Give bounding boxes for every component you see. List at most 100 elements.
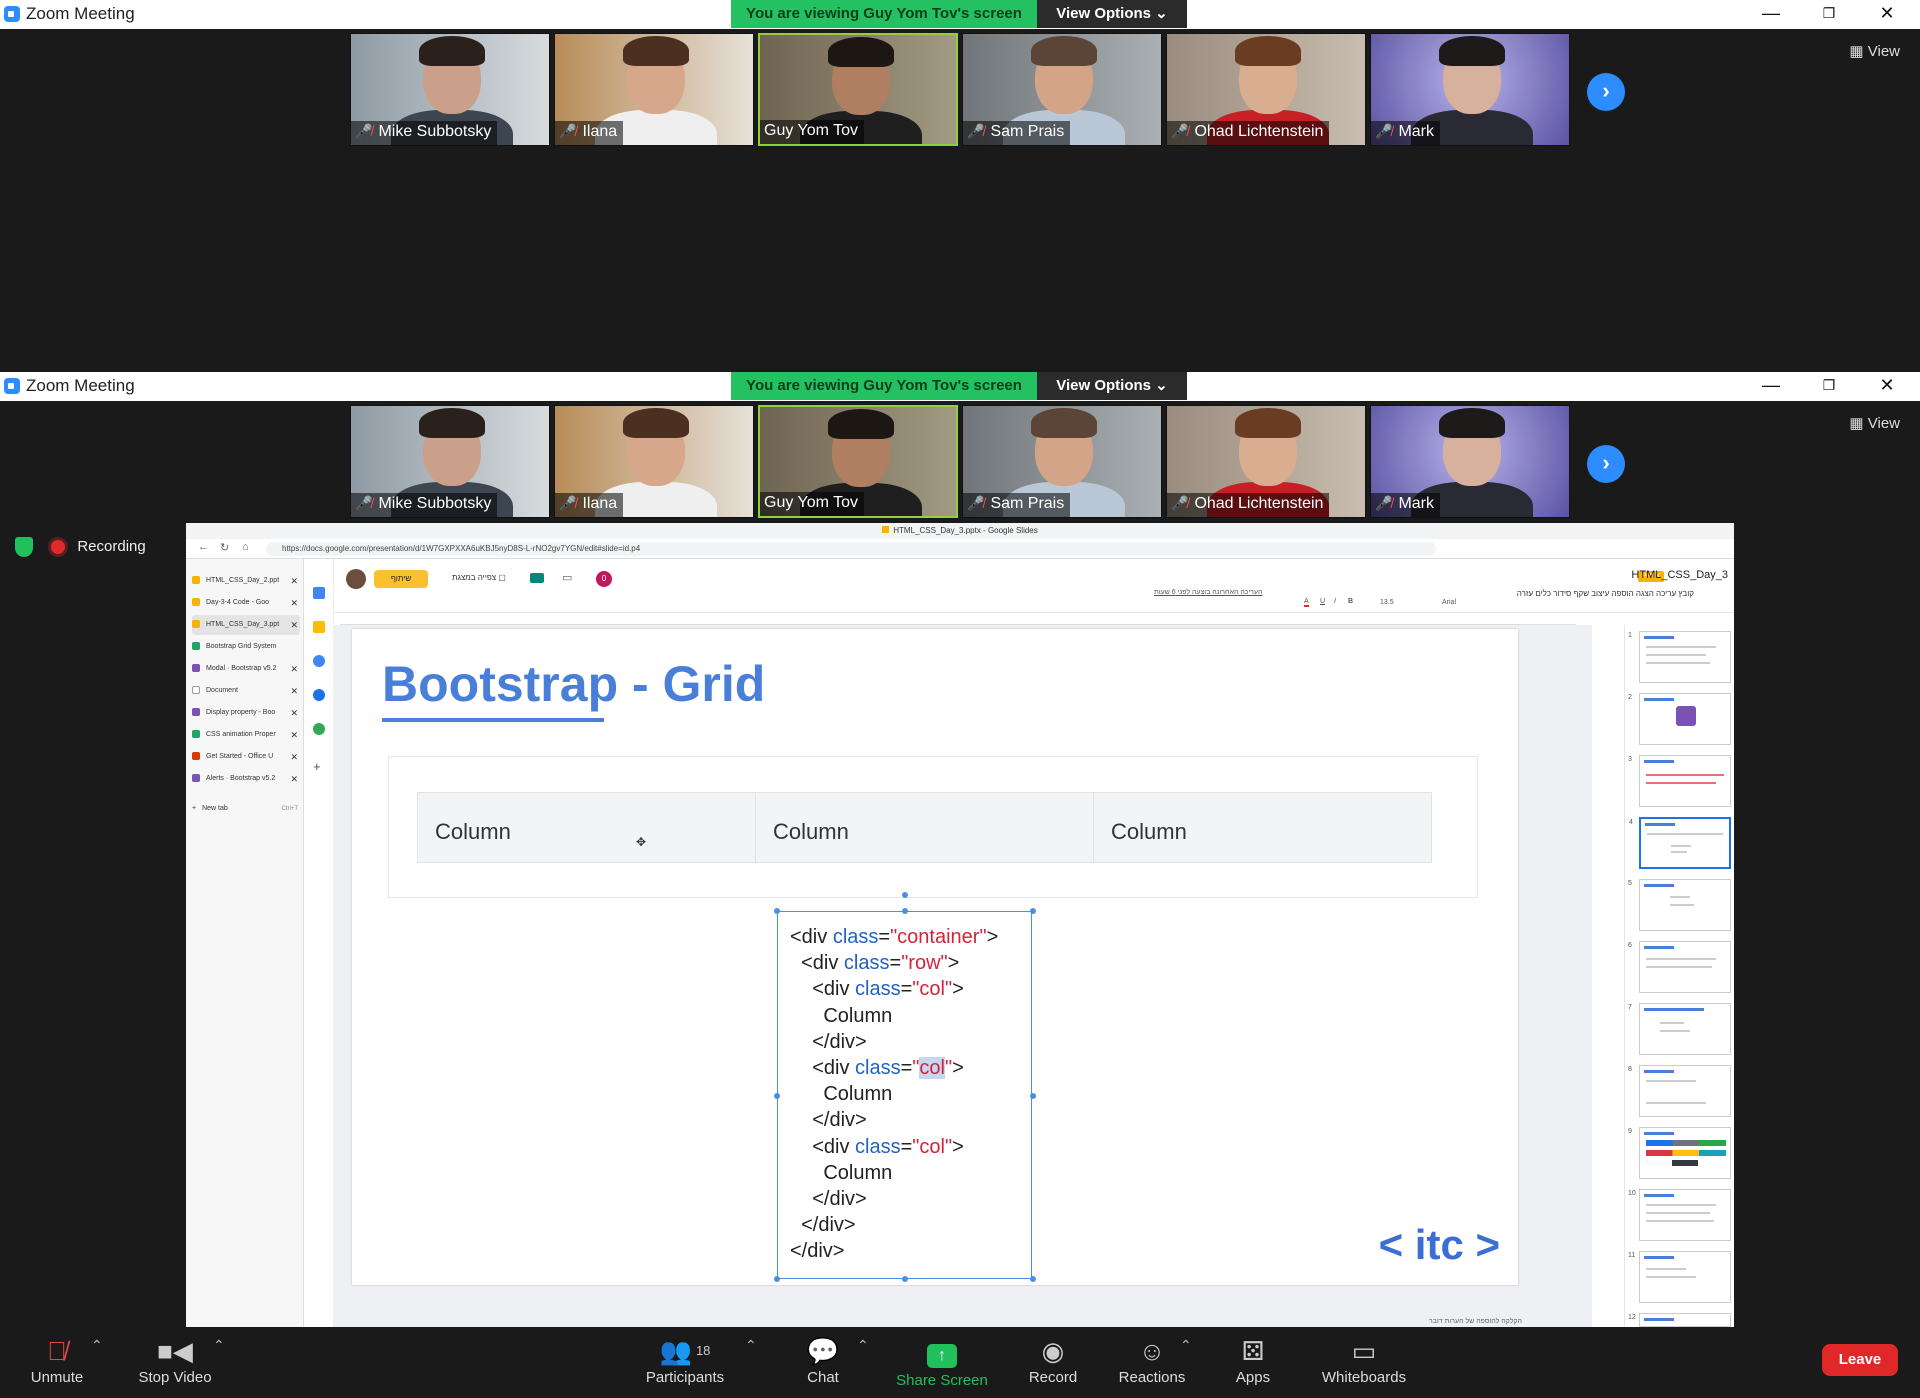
meet-icon[interactable] [530,573,544,583]
tab[interactable]: HTML_CSS_Day_2.ppt ✕ [192,571,300,591]
audio-options-caret-icon[interactable]: ⌃ [91,1337,103,1354]
close-tab-icon[interactable]: ✕ [290,725,298,745]
resize-handle[interactable] [774,908,780,914]
tasks-icon[interactable] [313,655,325,667]
record-button[interactable]: ◉ Record [1020,1337,1086,1386]
code-text-box[interactable]: <div class="container"> <div class="row"… [777,911,1032,1279]
chat-caret-icon[interactable]: ⌃ [857,1337,869,1354]
close-icon[interactable]: ✕ [1864,0,1910,29]
slide-thumbnail[interactable]: 5 [1628,879,1731,931]
slide-title[interactable]: Bootstrap - Grid [382,655,765,713]
slide-thumbnail[interactable]: 2 [1628,693,1731,745]
resize-handle[interactable] [1030,908,1036,914]
home-icon[interactable]: ⌂ [242,541,249,553]
slide-thumbnail[interactable]: 8 [1628,1065,1731,1117]
slide-thumbnail-selected[interactable]: 4 [1629,817,1731,869]
participant-tile-active[interactable]: Guy Yom Tov [758,33,958,146]
tab[interactable]: Bootstrap Grid System [192,637,300,657]
reactions-caret-icon[interactable]: ⌃ [1180,1337,1192,1354]
font-size-input[interactable]: 13.5 [1380,599,1394,606]
restore-icon[interactable]: ❐ [1806,372,1852,401]
restore-icon[interactable]: ❐ [1806,0,1852,29]
slide-thumbnail[interactable]: 1 [1628,631,1731,683]
back-icon[interactable]: ← [198,541,209,553]
resize-handle[interactable] [774,1276,780,1282]
participants-button[interactable]: 👥 18 Participants [640,1337,730,1386]
share-screen-button[interactable]: ↑ Share Screen [892,1337,992,1389]
slide-thumbnail[interactable]: 12 [1628,1313,1731,1327]
recording-indicator[interactable]: Recording [15,537,146,557]
slide-thumbnail[interactable]: 6 [1628,941,1731,993]
leave-button[interactable]: Leave [1822,1344,1898,1376]
tab[interactable]: CSS animation Proper ✕ [192,725,300,745]
user-avatar[interactable] [346,569,366,589]
contacts-icon[interactable] [313,689,325,701]
resize-handle[interactable] [774,1093,780,1099]
participant-tile[interactable]: 🎤̸ Sam Prais [962,405,1162,518]
bold-icon[interactable]: B [1348,598,1353,605]
add-addon-icon[interactable]: + [313,760,325,773]
slide-thumbnail[interactable]: 9 [1628,1127,1731,1179]
document-title[interactable]: HTML_CSS_Day_3 [1631,569,1728,581]
participant-tile[interactable]: 🎤̸ Mike Subbotsky [350,33,550,146]
url-input[interactable]: https://docs.google.com/presentation/d/1… [266,542,1436,556]
close-tab-icon[interactable]: ✕ [290,681,298,701]
grid-demo-container[interactable]: Column Column Column [388,756,1478,898]
view-options-button[interactable]: View Options ⌄ [1037,372,1187,400]
close-icon[interactable]: ✕ [1864,372,1910,401]
slide-thumbnail[interactable]: 11 [1628,1251,1731,1303]
close-tab-icon[interactable]: ✕ [290,747,298,767]
slide-thumbnail[interactable]: 7 [1628,1003,1731,1055]
slides-side-icon[interactable] [313,587,325,599]
apps-button[interactable]: ⚄ Apps [1226,1337,1280,1386]
resize-handle[interactable] [902,1276,908,1282]
tab[interactable]: Modal · Bootstrap v5.2 ✕ [192,659,300,679]
view-options-button[interactable]: View Options ⌄ [1037,0,1187,28]
tab[interactable]: Get Started - Office U ✕ [192,747,300,767]
slide-thumbnail[interactable]: 10 [1628,1189,1731,1241]
resize-handle[interactable] [1030,1276,1036,1282]
participant-tile[interactable]: 🎤̸ Mike Subbotsky [350,405,550,518]
minimize-icon[interactable]: — [1748,372,1794,401]
resize-handle[interactable] [902,908,908,914]
participant-tile[interactable]: 🎤̸ Ohad Lichtenstein [1166,405,1366,518]
next-page-arrow-icon[interactable]: › [1587,445,1625,483]
tab[interactable]: Day-3-4 Code - Goo ✕ [192,593,300,613]
participant-tile[interactable]: 🎤̸ Ohad Lichtenstein [1166,33,1366,146]
font-select[interactable]: Arial [1442,599,1456,606]
rotate-handle[interactable] [902,892,908,898]
participants-caret-icon[interactable]: ⌃ [745,1337,757,1354]
close-tab-icon[interactable]: ✕ [290,615,298,635]
text-color-icon[interactable]: A [1304,598,1309,607]
present-button[interactable]: צפייה במצגת ▢ [452,573,506,582]
share-button[interactable]: שיתוף [374,570,428,588]
participant-tile[interactable]: 🎤̸ Mark [1370,33,1570,146]
speaker-notes[interactable]: הקלקה להוספה של הערות דובר [1429,1318,1522,1325]
close-tab-icon[interactable]: ✕ [290,571,298,591]
participant-tile[interactable]: 🎤̸ Mark [1370,405,1570,518]
view-button[interactable]: ▦ View [1849,414,1900,432]
close-tab-icon[interactable]: ✕ [290,703,298,723]
chat-button[interactable]: 💬 Chat [800,1337,846,1386]
unmute-button[interactable]: 🎙̸ Unmute [22,1337,92,1386]
participant-tile[interactable]: 🎤̸ Ilana [554,405,754,518]
close-tab-icon[interactable]: ✕ [290,659,298,679]
stop-video-button[interactable]: ■◀ Stop Video [130,1337,220,1386]
new-tab-button[interactable]: + New tab Ctrl+T [192,799,300,819]
resize-handle[interactable] [1030,1093,1036,1099]
tab[interactable]: Alerts · Bootstrap v5.2 ✕ [192,769,300,789]
slide[interactable]: Bootstrap - Grid Column Column Column ✥ … [352,629,1518,1285]
minimize-icon[interactable]: — [1748,0,1794,29]
view-button[interactable]: ▦ View [1849,42,1900,60]
close-tab-icon[interactable]: ✕ [290,593,298,613]
underline-icon[interactable]: U [1320,598,1325,605]
slide-thumbnail[interactable]: 3 [1628,755,1731,807]
participant-tile[interactable]: 🎤̸ Ilana [554,33,754,146]
keep-icon[interactable] [313,621,325,633]
whiteboards-button[interactable]: ▭ Whiteboards [1314,1337,1414,1386]
reload-icon[interactable]: ↻ [220,541,229,554]
next-page-arrow-icon[interactable]: › [1587,73,1625,111]
video-options-caret-icon[interactable]: ⌃ [213,1337,225,1354]
participant-tile[interactable]: 🎤̸ Sam Prais [962,33,1162,146]
tab[interactable]: Display property - Boo ✕ [192,703,300,723]
